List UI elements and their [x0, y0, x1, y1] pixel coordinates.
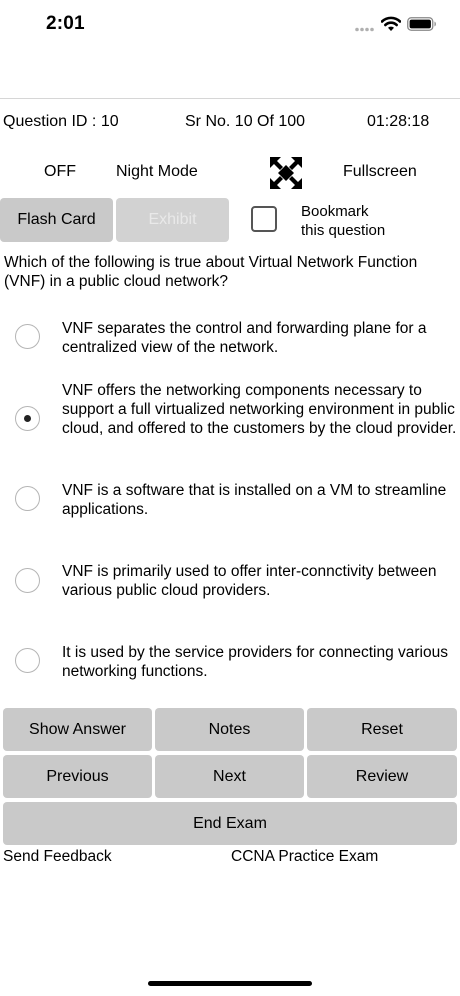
home-indicator[interactable]	[148, 981, 312, 986]
review-button[interactable]: Review	[307, 755, 457, 798]
next-button[interactable]: Next	[155, 755, 304, 798]
send-feedback-link[interactable]: Send Feedback	[3, 848, 112, 866]
night-mode-toggle[interactable]: OFF	[44, 163, 76, 181]
option-text-3[interactable]: VNF is a software that is installed on a…	[62, 481, 458, 519]
cellular-signal-icon	[355, 27, 374, 32]
exam-timer: 01:28:18	[367, 113, 430, 130]
option-text-4[interactable]: VNF is primarily used to offer inter-con…	[62, 562, 458, 600]
fullscreen-arrows-icon[interactable]	[268, 156, 304, 190]
exhibit-button[interactable]: Exhibit	[116, 198, 229, 242]
show-answer-button[interactable]: Show Answer	[3, 708, 152, 751]
option-radio-4[interactable]	[15, 568, 40, 593]
bookmark-label-line2: this question	[301, 222, 386, 239]
flash-card-button[interactable]: Flash Card	[0, 198, 113, 242]
end-exam-button[interactable]: End Exam	[3, 802, 457, 845]
question-id: Question ID : 10	[3, 113, 119, 130]
wifi-icon	[381, 16, 401, 31]
option-text-2[interactable]: VNF offers the networking components nec…	[62, 381, 458, 438]
reset-button[interactable]: Reset	[307, 708, 457, 751]
option-text-1[interactable]: VNF separates the control and forwarding…	[62, 319, 458, 357]
option-radio-1[interactable]	[15, 324, 40, 349]
serial-number: Sr No. 10 Of 100	[185, 113, 306, 130]
question-text: Which of the following is true about Vir…	[4, 254, 418, 290]
night-mode-label: Night Mode	[116, 163, 198, 180]
header-divider	[0, 98, 460, 99]
battery-icon	[407, 17, 436, 31]
status-time: 2:01	[46, 13, 85, 34]
fullscreen-label[interactable]: Fullscreen	[343, 163, 417, 181]
bookmark-label-line1: Bookmark	[301, 203, 369, 220]
app-name: CCNA Practice Exam	[231, 848, 379, 865]
bookmark-label[interactable]: Bookmark this question	[301, 202, 431, 240]
previous-button[interactable]: Previous	[3, 755, 152, 798]
radio-selected-dot	[24, 415, 31, 422]
option-text-5[interactable]: It is used by the service providers for …	[62, 643, 458, 681]
option-radio-2[interactable]	[15, 406, 40, 431]
option-radio-3[interactable]	[15, 486, 40, 511]
option-radio-5[interactable]	[15, 648, 40, 673]
notes-button[interactable]: Notes	[155, 708, 304, 751]
bookmark-checkbox[interactable]	[251, 206, 277, 232]
